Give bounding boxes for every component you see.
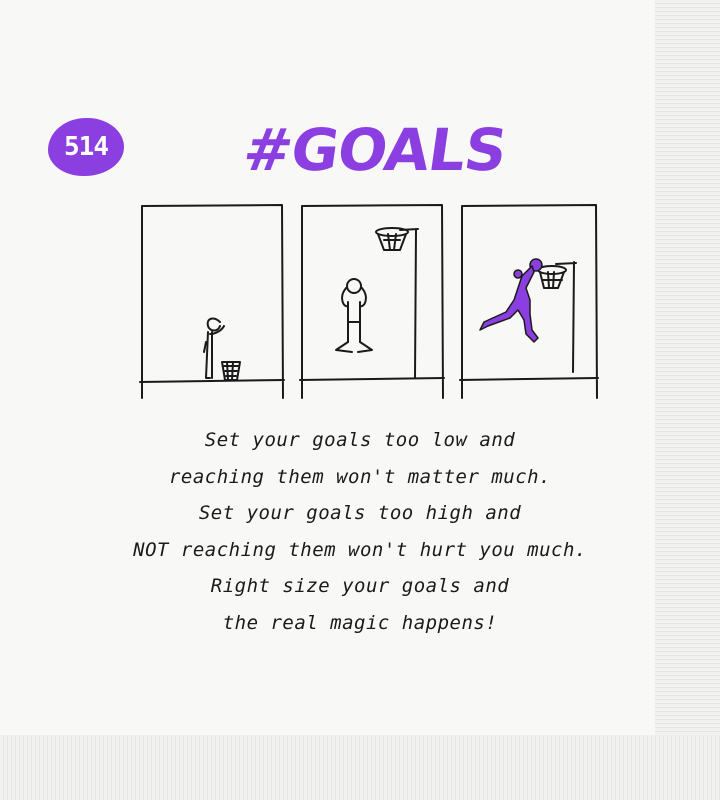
napkin-edge-bottom: [0, 735, 720, 800]
figure-dunking-icon: [479, 258, 543, 343]
page-title: #GOALS: [239, 116, 511, 184]
caption-line-2: reaching them won't matter much.: [168, 465, 552, 488]
badge-number: 514: [64, 132, 109, 162]
caption-line-3: Set your goals too high and: [198, 502, 522, 524]
caption: Set your goals too low and reaching them…: [80, 422, 640, 641]
hoop-icon: [375, 227, 409, 251]
comic-strip: [139, 204, 599, 399]
caption-line-6: the real magic happens!: [222, 611, 498, 634]
caption-line-1: Set your goals too low and: [204, 429, 516, 451]
basket-icon: [221, 361, 241, 381]
hoop-icon: [537, 265, 567, 289]
caption-line-5: Right size your goals and: [210, 575, 510, 597]
number-badge: 514: [48, 118, 124, 176]
comic-panel-2: [299, 204, 445, 399]
figure-stooped-icon: [203, 317, 225, 379]
figure-reaching-icon: [335, 278, 373, 353]
caption-line-4: NOT reaching them won't hurt you much.: [133, 538, 587, 561]
napkin-edge-right: [655, 0, 720, 800]
comic-panel-1: [139, 204, 285, 399]
